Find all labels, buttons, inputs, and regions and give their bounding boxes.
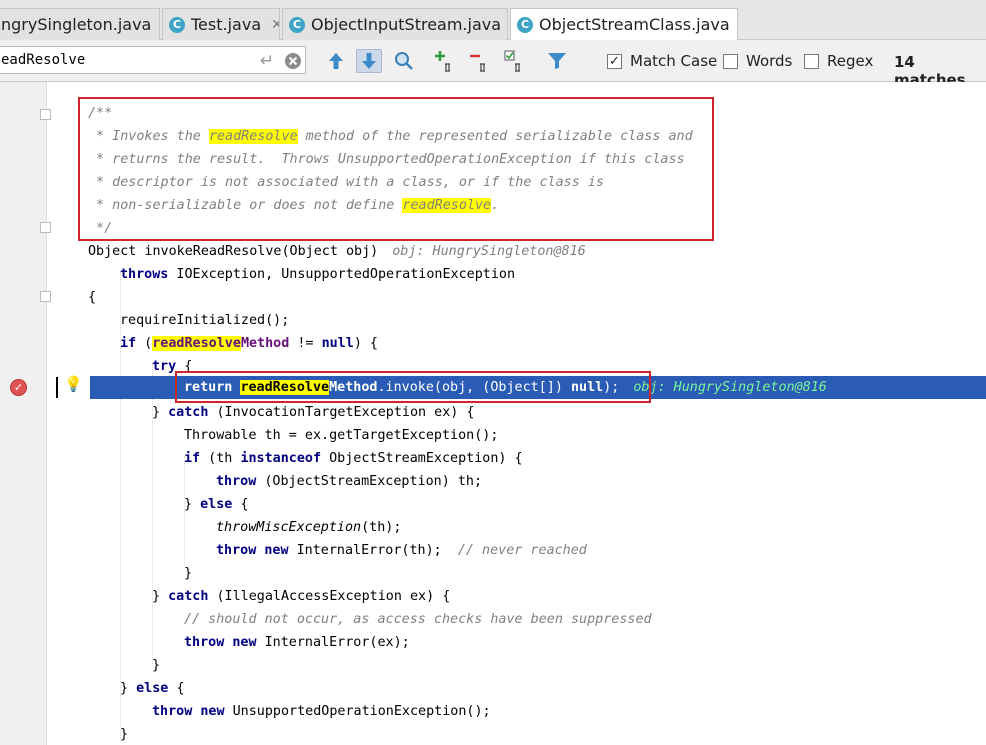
tab-label: ObjectInputStream.java: [311, 15, 502, 34]
tab-hungry-singleton[interactable]: ngrySingleton.java ✕: [0, 8, 160, 40]
tab-object-input-stream[interactable]: C ObjectInputStream.java ✕: [282, 8, 508, 40]
code-line: } catch (IllegalAccessException ex) {: [152, 589, 451, 604]
code-line: {: [88, 290, 97, 305]
code-line: // should not occur, as access checks ha…: [184, 612, 652, 627]
inline-debug-value: obj: HungrySingleton@816: [392, 244, 586, 259]
next-occurrence-arrow-icon[interactable]: [356, 49, 382, 73]
add-selection-icon[interactable]: [432, 49, 458, 73]
select-all-occurrences-icon[interactable]: [502, 49, 528, 73]
class-c-icon: C: [517, 16, 533, 33]
code-line: Object invokeReadResolve(Object obj) obj:…: [88, 244, 586, 259]
code-line: Throwable th = ex.getTargetException();: [184, 428, 499, 443]
search-history-return-icon[interactable]: ↵: [254, 49, 280, 73]
clear-search-icon[interactable]: [280, 49, 306, 73]
editor-tab-bar: ngrySingleton.java ✕ C Test.java ✕ C Obj…: [0, 0, 986, 40]
code-line: throwMiscException(th);: [216, 520, 402, 535]
regex-label: Regex: [827, 52, 874, 70]
code-editor[interactable]: ✓ 💡 /** * Invokes the readResolve method…: [0, 82, 986, 745]
close-icon[interactable]: ✕: [271, 17, 279, 33]
filter-funnel-icon[interactable]: [544, 49, 570, 73]
code-line: if (th instanceof ObjectStreamException)…: [184, 451, 523, 466]
tab-test[interactable]: C Test.java ✕: [162, 8, 280, 40]
code-line: } else {: [184, 497, 249, 512]
code-line: requireInitialized();: [120, 313, 290, 328]
class-c-icon: C: [169, 16, 185, 33]
code-line: throw (ObjectStreamException) th;: [216, 474, 483, 489]
match-case-checkbox[interactable]: ✓ Match Case: [607, 52, 717, 70]
code-line: } catch (InvocationTargetException ex) {: [152, 405, 475, 420]
tab-label: ngrySingleton.java: [1, 15, 152, 34]
unchecked-box-icon: [723, 53, 738, 69]
code-line: throw new InternalError(th); // never re…: [216, 543, 587, 558]
code-line: throws IOException, UnsupportedOperation…: [120, 267, 516, 282]
checkmark-icon: ✓: [607, 53, 622, 69]
unchecked-box-icon: [804, 53, 819, 69]
find-toolbar: ↵ ✓ Match Case Words Regex 14 matches: [0, 40, 986, 89]
tab-label: ObjectStreamClass.java: [539, 15, 730, 34]
words-checkbox[interactable]: Words: [723, 52, 792, 70]
code-line: throw new UnsupportedOperationException(…: [152, 704, 491, 719]
code-line: if (readResolveMethod != null) {: [120, 336, 378, 351]
search-match: readResolve: [152, 336, 241, 351]
remove-selection-icon[interactable]: [467, 49, 493, 73]
match-case-label: Match Case: [630, 52, 718, 70]
annotation-box-return-line: [175, 371, 651, 403]
tab-object-stream-class[interactable]: C ObjectStreamClass.java ✕: [510, 8, 738, 40]
find-all-magnifier-icon[interactable]: [391, 49, 417, 73]
code-line: }: [184, 566, 193, 581]
inline-debug-value: obj: HungrySingleton@816: [633, 380, 827, 395]
code-line: }: [152, 658, 161, 673]
regex-checkbox[interactable]: Regex: [804, 52, 873, 70]
code-line: } else {: [120, 681, 185, 696]
previous-occurrence-arrow-icon[interactable]: [323, 49, 349, 73]
code-line: }: [120, 727, 129, 742]
tab-label: Test.java: [191, 15, 262, 34]
annotation-box-javadoc: [78, 97, 714, 241]
words-label: Words: [746, 52, 793, 70]
class-c-icon: C: [289, 16, 305, 33]
code-line: throw new InternalError(ex);: [184, 635, 410, 650]
